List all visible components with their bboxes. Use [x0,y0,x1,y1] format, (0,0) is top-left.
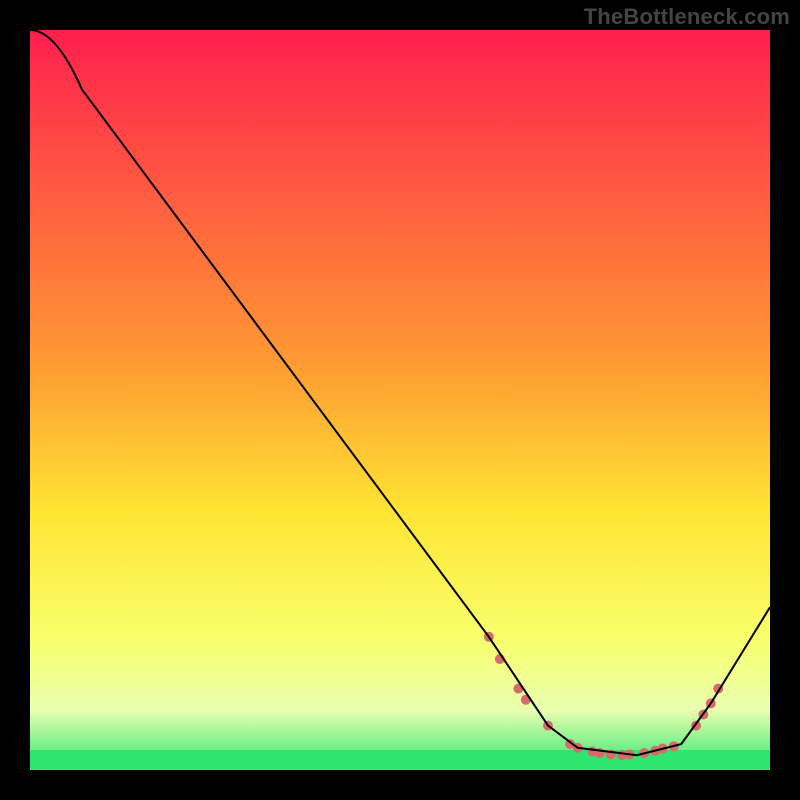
chart-svg [30,30,770,770]
chart-area [30,30,770,770]
gradient-background [30,30,770,770]
watermark-text: TheBottleneck.com [584,4,790,30]
chart-frame: TheBottleneck.com [0,0,800,800]
